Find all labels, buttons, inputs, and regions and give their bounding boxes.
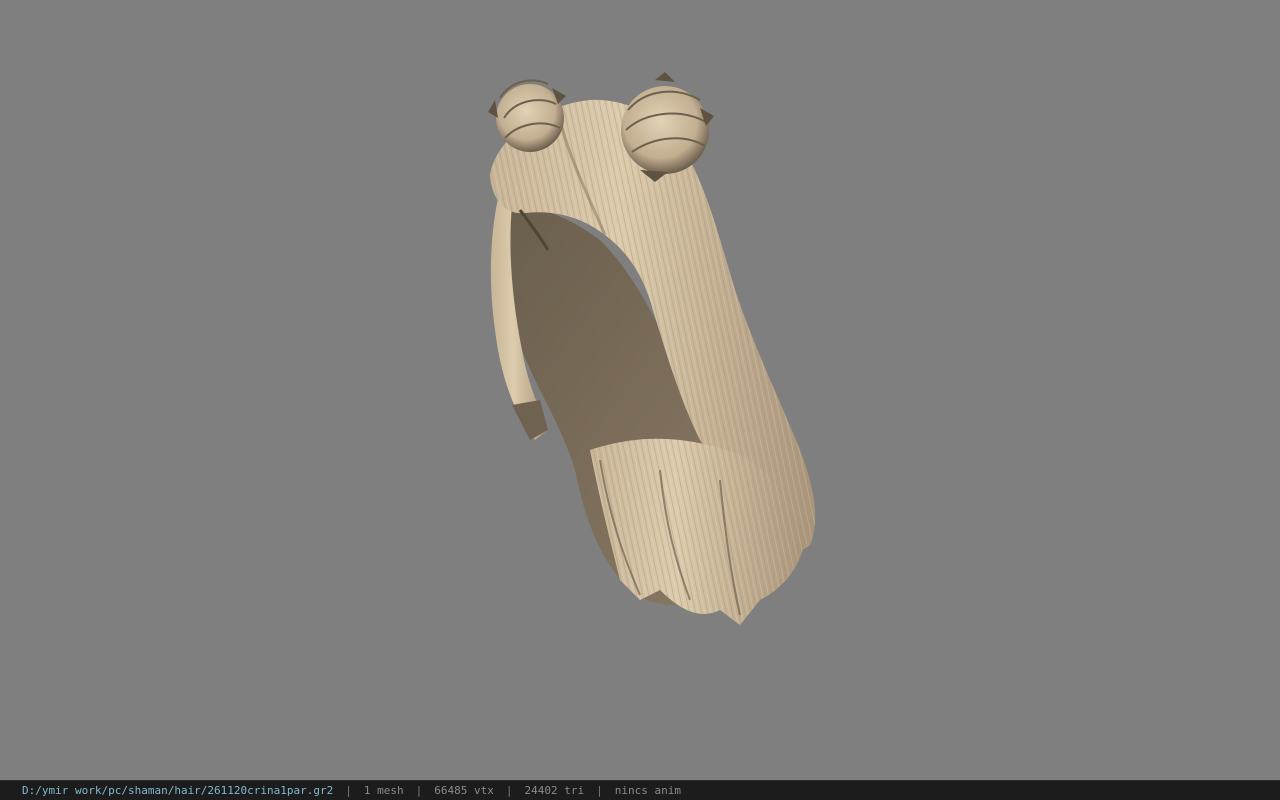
separator: | bbox=[415, 784, 423, 797]
hair-model-render bbox=[488, 72, 816, 625]
3d-viewport[interactable] bbox=[0, 0, 1280, 780]
mesh-count: 1 mesh bbox=[363, 784, 404, 797]
triangle-count: 24402 tri bbox=[524, 784, 585, 797]
separator: | bbox=[596, 784, 603, 797]
vertex-count: 66485 vtx bbox=[434, 784, 494, 797]
status-bar: D:/ymir work/pc/shaman/hair/261120crina1… bbox=[0, 780, 1280, 800]
file-path: D:/ymir work/pc/shaman/hair/261120crina1… bbox=[22, 784, 334, 797]
separator: | bbox=[505, 784, 513, 797]
separator: | bbox=[345, 784, 352, 797]
hair-bun-left bbox=[488, 79, 566, 152]
anim-status: nincs anim bbox=[614, 784, 681, 797]
